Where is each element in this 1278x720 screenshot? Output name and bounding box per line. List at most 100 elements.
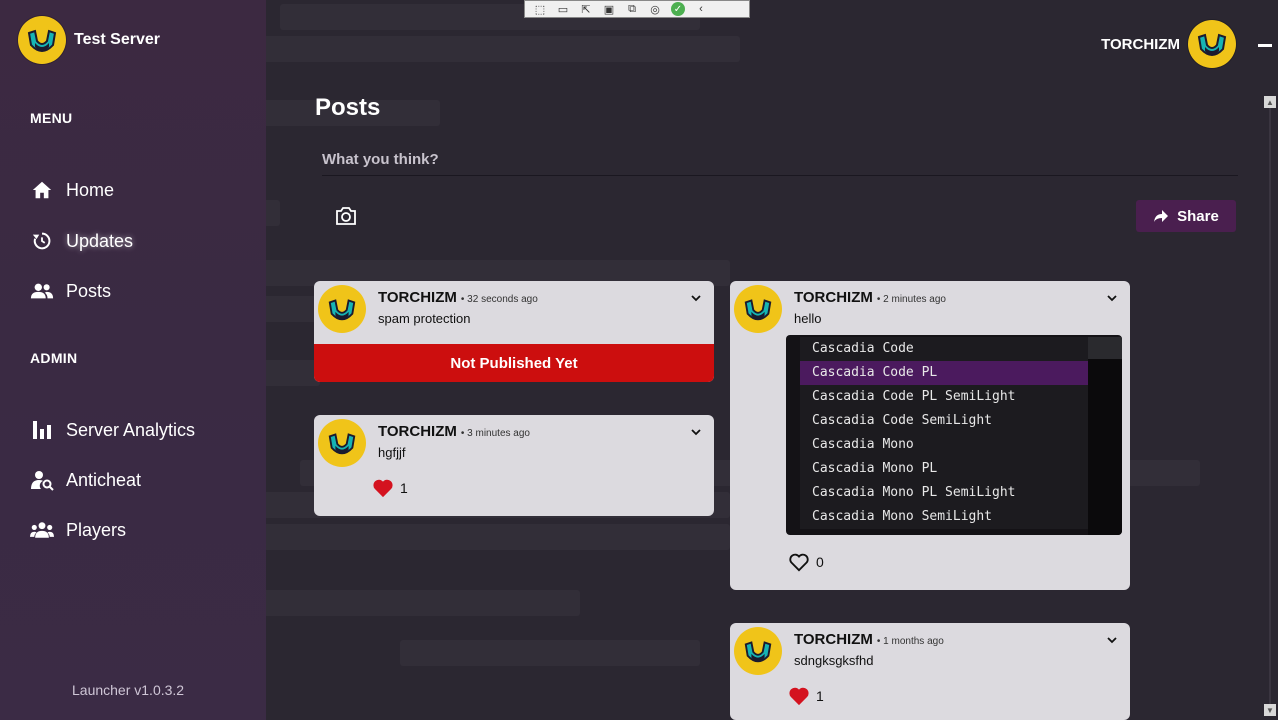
sidebar-item-updates[interactable]: Updates: [30, 229, 133, 253]
share-arrow-icon: [1154, 210, 1169, 222]
sidebar-item-players[interactable]: Players: [30, 518, 126, 542]
post-header: TORCHIZM • 3 minutes ago: [378, 423, 530, 440]
avatar-icon: [744, 299, 772, 321]
heart-outline-icon: [789, 553, 809, 572]
post-time: • 32 seconds ago: [460, 294, 538, 305]
sidebar: Test Server MENU Home Updates Posts ADMI…: [0, 0, 266, 720]
post-header: TORCHIZM • 1 months ago: [794, 631, 944, 648]
sidebar-item-label: Home: [66, 179, 115, 200]
font-list-item: Cascadia Code PL SemiLight: [800, 385, 1088, 409]
post-author[interactable]: TORCHIZM: [378, 423, 457, 440]
chevron-down-icon[interactable]: [1106, 633, 1118, 645]
post-image[interactable]: Cascadia Code Cascadia Code PL Cascadia …: [786, 335, 1122, 535]
admin-section-label: ADMIN: [30, 350, 78, 366]
chevron-down-icon[interactable]: [690, 291, 702, 303]
players-icon: [30, 518, 54, 542]
avatar: [318, 419, 366, 467]
font-list-item: Cascadia Code SemiLight: [800, 409, 1088, 433]
avatar: [734, 285, 782, 333]
post-card: TORCHIZM • 3 minutes ago hgfjjf 1: [314, 415, 714, 516]
server-name: Test Server: [74, 31, 160, 48]
bar-chart-icon: [30, 418, 54, 442]
post-header: TORCHIZM • 2 minutes ago: [794, 289, 946, 306]
avatar-icon: [744, 641, 772, 663]
post-author[interactable]: TORCHIZM: [794, 289, 873, 306]
scroll-track[interactable]: [1269, 108, 1271, 704]
layout-icon[interactable]: ⧉: [625, 3, 639, 15]
server-logo: [18, 16, 66, 64]
post-author[interactable]: TORCHIZM: [794, 631, 873, 648]
post-time: • 2 minutes ago: [876, 294, 946, 305]
font-list-item: Cascadia Code: [800, 337, 1088, 361]
share-button[interactable]: Share: [1136, 200, 1236, 232]
sidebar-item-server-analytics[interactable]: Server Analytics: [30, 418, 195, 442]
post-time: • 3 minutes ago: [460, 428, 530, 439]
avatar-icon: [328, 299, 356, 321]
user-badge[interactable]: TORCHIZM: [1101, 20, 1236, 68]
sidebar-item-posts[interactable]: Posts: [30, 279, 111, 303]
avatar-icon: [1197, 33, 1227, 56]
sidebar-item-home[interactable]: Home: [30, 178, 114, 202]
scroll-up-icon[interactable]: ▲: [1264, 96, 1276, 108]
post-text: hgfjjf: [378, 445, 406, 460]
font-list-item: Cascadia Mono PL: [800, 457, 1088, 481]
like-count: 0: [816, 554, 824, 570]
username: TORCHIZM: [1101, 35, 1180, 53]
post-header: TORCHIZM • 32 seconds ago: [378, 289, 538, 306]
frame-icon[interactable]: ▣: [602, 3, 616, 16]
post-text: sdngksgksfhd: [794, 653, 874, 668]
post-card: TORCHIZM • 1 months ago sdngksgksfhd 1: [730, 623, 1130, 720]
avatar: [318, 285, 366, 333]
minimize-button[interactable]: [1258, 44, 1272, 47]
updates-icon: [30, 229, 54, 253]
heart-filled-icon: [789, 687, 809, 706]
camera-icon[interactable]: [334, 204, 358, 228]
avatar: [734, 627, 782, 675]
font-list: Cascadia Code Cascadia Code PL Cascadia …: [800, 337, 1088, 529]
like-count: 1: [400, 480, 408, 496]
avatar-icon: [328, 433, 356, 455]
debug-toolbar: ⬚ ▭ ⇱ ▣ ⧉ ◎ ✓ ‹: [524, 0, 750, 18]
scrollbar[interactable]: ▲ ▼: [1262, 94, 1278, 720]
avatar: [1188, 20, 1236, 68]
sidebar-item-label: Players: [66, 519, 127, 540]
font-list-item: Cascadia Mono SemiLight: [800, 505, 1088, 529]
sidebar-item-label: Server Analytics: [66, 419, 196, 440]
sidebar-item-label: Updates: [66, 230, 134, 251]
font-list-item: Cascadia Mono PL SemiLight: [800, 481, 1088, 505]
check-icon[interactable]: ✓: [671, 2, 685, 16]
page-title: Posts: [315, 94, 381, 121]
post-input[interactable]: [322, 144, 1238, 176]
image-panel-header: [1088, 337, 1122, 359]
user-search-icon: [30, 468, 54, 492]
home-icon: [30, 178, 54, 202]
sidebar-item-label: Anticheat: [66, 469, 142, 490]
like-count: 1: [816, 688, 824, 704]
hot-reload-icon[interactable]: ◎: [648, 3, 662, 16]
users-icon: [30, 279, 54, 303]
menu-section-label: MENU: [30, 110, 73, 126]
font-list-item: Cascadia Mono: [800, 433, 1088, 457]
chevron-down-icon[interactable]: [690, 425, 702, 437]
heart-filled-icon: [373, 479, 393, 498]
pointer-icon[interactable]: ⇱: [579, 3, 593, 16]
video-icon[interactable]: ▭: [556, 3, 570, 16]
sidebar-item-label: Posts: [66, 280, 112, 301]
post-time: • 1 months ago: [876, 636, 944, 647]
post-card: TORCHIZM • 2 minutes ago hello Cascadia …: [730, 281, 1130, 590]
logo-icon: [27, 29, 57, 52]
share-label: Share: [1177, 207, 1219, 225]
like-button[interactable]: 1: [372, 478, 408, 498]
scroll-down-icon[interactable]: ▼: [1264, 704, 1276, 716]
like-button[interactable]: 0: [788, 552, 824, 572]
post-author[interactable]: TORCHIZM: [378, 289, 457, 306]
post-text: hello: [794, 311, 822, 326]
sidebar-item-anticheat[interactable]: Anticheat: [30, 468, 141, 492]
chevron-down-icon[interactable]: [1106, 291, 1118, 303]
font-list-item-selected: Cascadia Code PL: [800, 361, 1088, 385]
post-text: spam protection: [378, 311, 471, 326]
post-card: TORCHIZM • 32 seconds ago spam protectio…: [314, 281, 714, 382]
collapse-icon[interactable]: ‹: [694, 3, 708, 15]
select-element-icon[interactable]: ⬚: [533, 3, 547, 16]
like-button[interactable]: 1: [788, 686, 824, 706]
